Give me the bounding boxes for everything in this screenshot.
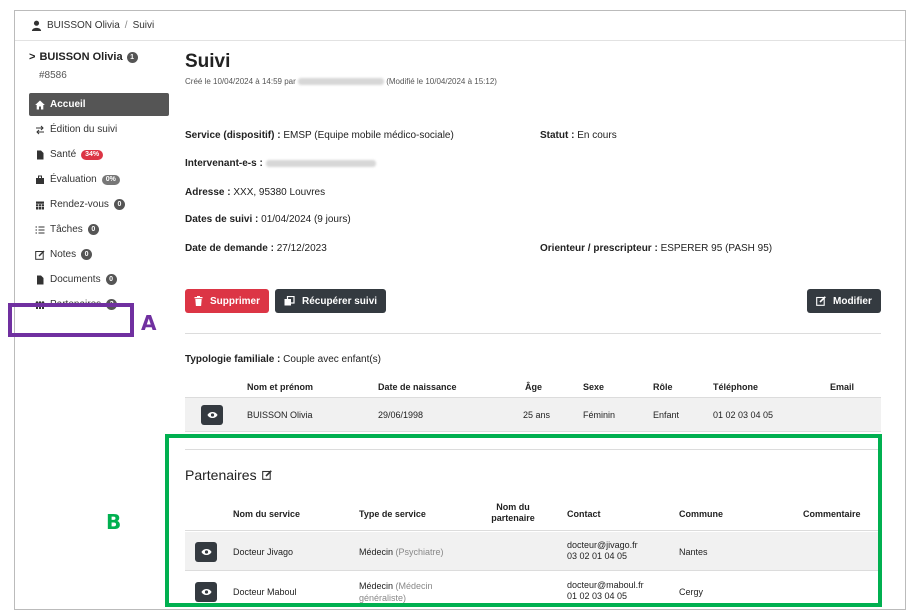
adresse-field: Adresse : XXX, 95380 Louvres bbox=[185, 187, 326, 198]
cell-dob: 29/06/1998 bbox=[378, 410, 424, 420]
sidebar-item-evaluation[interactable]: Évaluation 0% bbox=[29, 168, 169, 191]
patient-id: #8586 bbox=[39, 70, 67, 81]
file-icon bbox=[37, 275, 44, 284]
annotation-box-a bbox=[8, 303, 134, 337]
home-icon bbox=[35, 100, 45, 109]
cell-telephone: 01 02 03 04 05 bbox=[713, 410, 774, 420]
notes-badge: 0 bbox=[81, 249, 93, 260]
redacted-intervenant bbox=[265, 159, 376, 167]
sidebar-item-label: Évaluation bbox=[50, 174, 97, 185]
page-title: Suivi bbox=[185, 51, 231, 72]
demande-field: Date de demande : 27/12/2023 bbox=[185, 243, 327, 254]
intervenant-field: Intervenant-e-s : bbox=[185, 158, 376, 169]
edit-icon bbox=[816, 296, 826, 306]
cell-age: 25 ans bbox=[523, 410, 551, 420]
trash-icon bbox=[194, 296, 203, 306]
col-age: Âge bbox=[525, 382, 543, 392]
main-content: Suivi Créé le 10/04/2024 à 14:59 par (Mo… bbox=[185, 51, 885, 603]
list-icon bbox=[35, 226, 45, 233]
sidebar-item-label: Rendez-vous bbox=[50, 199, 109, 210]
typologie-field: Typologie familiale : Couple avec enfant… bbox=[185, 354, 382, 365]
redacted-author bbox=[297, 78, 384, 86]
col-dob: Date de naissance bbox=[378, 382, 457, 392]
taches-badge: 0 bbox=[87, 224, 99, 235]
sidebar-nav: Accueil Édition du suivi Santé 34% Évalu… bbox=[29, 93, 169, 316]
dates-field: Dates de suivi : 01/04/2024 (9 jours) bbox=[185, 214, 351, 225]
orienteur-field: Orienteur / prescripteur : ESPERER 95 (P… bbox=[540, 243, 773, 254]
sidebar-item-sante[interactable]: Santé 34% bbox=[29, 143, 169, 166]
sidebar-item-edition[interactable]: Édition du suivi bbox=[29, 118, 169, 141]
sidebar-item-notes[interactable]: Notes 0 bbox=[29, 243, 169, 266]
annotation-box-b bbox=[165, 434, 882, 607]
breadcrumb-person[interactable]: BUISSON Olivia bbox=[47, 20, 120, 31]
sidebar-item-label: Accueil bbox=[50, 99, 86, 110]
cell-role: Enfant bbox=[653, 410, 680, 420]
breadcrumb: BUISSON Olivia / Suivi bbox=[15, 11, 905, 41]
chevron-right-icon: > bbox=[29, 51, 36, 63]
sidebar-item-label: Édition du suivi bbox=[50, 124, 118, 135]
divider bbox=[185, 333, 881, 334]
sidebar-item-documents[interactable]: Documents 0 bbox=[29, 268, 169, 291]
sante-badge: 34% bbox=[81, 149, 104, 160]
sidebar-item-label: Notes bbox=[50, 249, 77, 260]
created-meta: Créé le 10/04/2024 à 14:59 par (Modifié … bbox=[185, 77, 497, 86]
copy-icon bbox=[284, 296, 295, 306]
calendar-icon bbox=[36, 201, 44, 209]
evaluation-badge: 0% bbox=[101, 174, 120, 185]
col-nom: Nom et prénom bbox=[247, 382, 314, 392]
breadcrumb-separator: / bbox=[124, 20, 128, 31]
sidebar-item-label: Tâches bbox=[50, 224, 83, 235]
annotation-label-b: B bbox=[106, 510, 122, 534]
breadcrumb-current: Suivi bbox=[132, 20, 155, 31]
col-sexe: Sexe bbox=[583, 382, 605, 392]
patient-name: BUISSON Olivia bbox=[39, 51, 123, 63]
sidebar-item-taches[interactable]: Tâches 0 bbox=[29, 218, 169, 241]
delete-button[interactable]: Supprimer bbox=[185, 289, 270, 313]
col-telephone: Téléphone bbox=[713, 382, 759, 392]
briefcase-icon bbox=[36, 175, 44, 184]
table-row: BUISSON Olivia 29/06/1998 25 ans Féminin… bbox=[185, 398, 881, 432]
service-field: Service (dispositif) : EMSP (Equipe mobi… bbox=[185, 130, 454, 141]
edit-button[interactable]: Modifier bbox=[807, 289, 881, 313]
patient-header[interactable]: > BUISSON Olivia 1 bbox=[29, 51, 169, 63]
statut-field: Statut : En cours bbox=[540, 130, 617, 141]
swap-arrows-icon bbox=[36, 125, 44, 134]
col-email: Email bbox=[830, 382, 855, 392]
sidebar-item-rendez-vous[interactable]: Rendez-vous 0 bbox=[29, 193, 169, 216]
patient-badge: 1 bbox=[126, 51, 138, 63]
cell-name: BUISSON Olivia bbox=[247, 410, 313, 420]
view-button[interactable] bbox=[201, 405, 223, 425]
recover-button[interactable]: Récupérer suivi bbox=[275, 289, 387, 313]
sidebar: > BUISSON Olivia 1 #8586 Accueil Édition… bbox=[29, 51, 169, 318]
sidebar-item-label: Documents bbox=[50, 274, 101, 285]
file-icon bbox=[37, 150, 44, 159]
family-table: Nom et prénom Date de naissance Âge Sexe… bbox=[185, 374, 881, 432]
edit-icon bbox=[35, 250, 45, 260]
rendez-vous-badge: 0 bbox=[113, 199, 125, 210]
cell-sexe: Féminin bbox=[583, 410, 616, 420]
eye-icon bbox=[207, 412, 217, 418]
person-icon bbox=[31, 20, 42, 31]
sidebar-item-label: Santé bbox=[50, 149, 77, 160]
family-table-header: Nom et prénom Date de naissance Âge Sexe… bbox=[185, 374, 881, 398]
documents-badge: 0 bbox=[105, 274, 117, 285]
col-role: Rôle bbox=[653, 382, 673, 392]
annotation-label-a: A bbox=[141, 311, 157, 335]
sidebar-item-accueil[interactable]: Accueil bbox=[29, 93, 169, 116]
